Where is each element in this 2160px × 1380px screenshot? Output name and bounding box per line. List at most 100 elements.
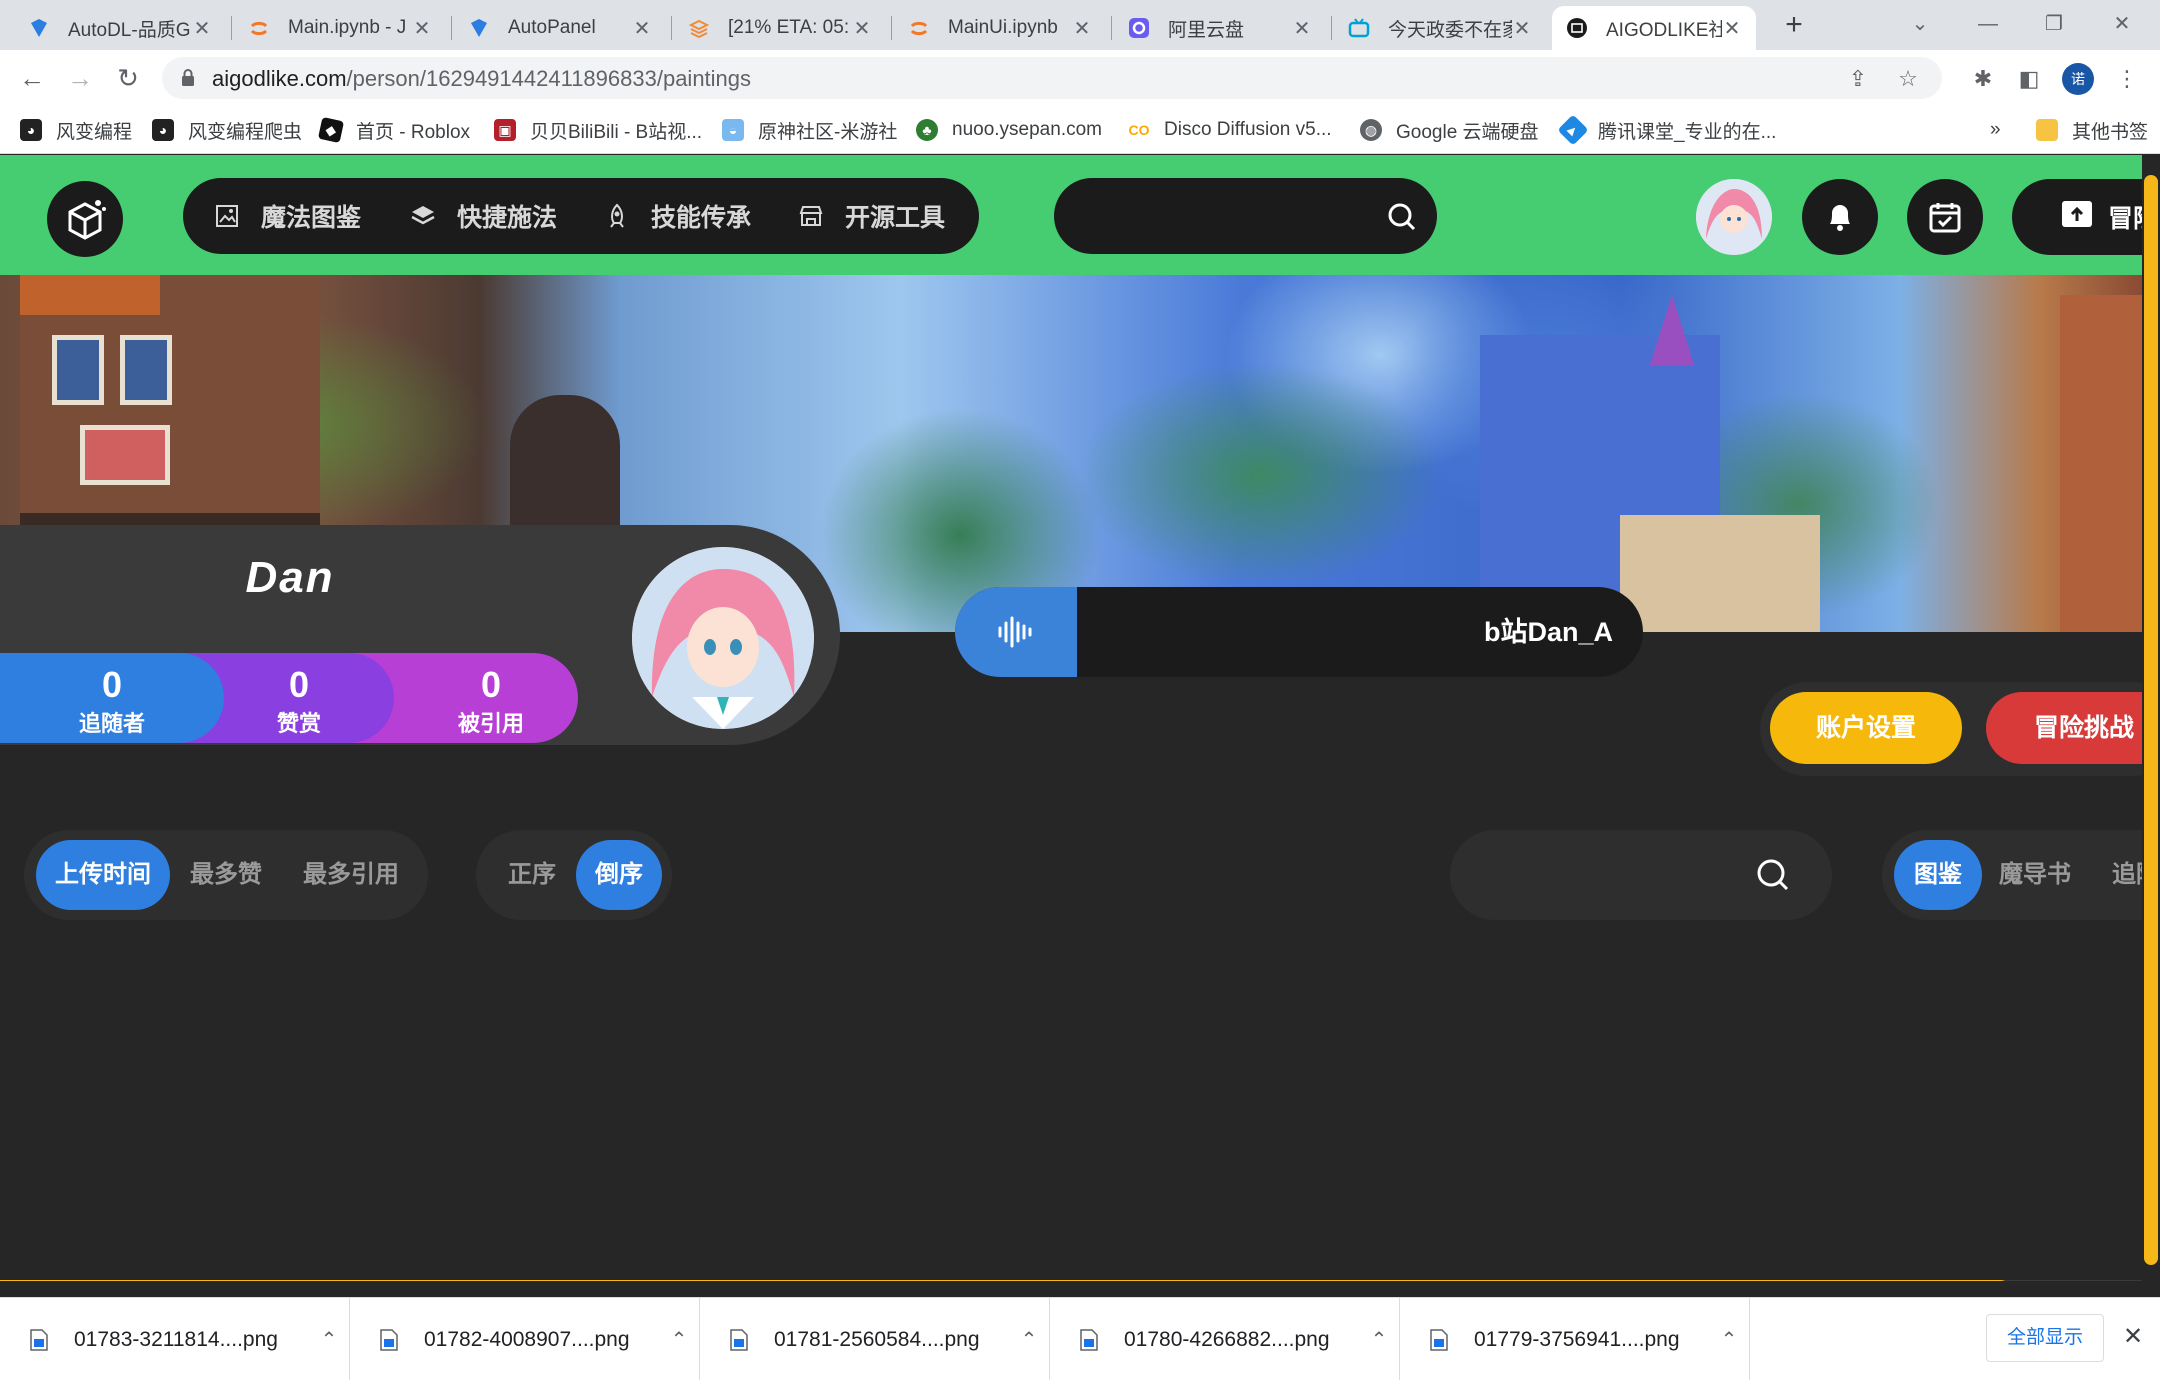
minimize-button[interactable]: — [1958, 4, 2018, 44]
tab-divider [671, 16, 672, 40]
audio-wave-icon[interactable] [955, 587, 1077, 677]
bookmark-item[interactable]: ▲ 腾讯课堂_专业的在... [1557, 114, 1777, 146]
new-tab-button[interactable]: + [1774, 6, 1814, 46]
music-player[interactable]: b站Dan_A [955, 587, 1643, 677]
forward-arrow-icon[interactable]: → [60, 58, 100, 98]
chevron-up-icon[interactable]: ⌃ [1359, 1327, 1399, 1352]
browser-tab-bilibili[interactable]: 今天政委不在家 ✕ [1334, 6, 1546, 50]
order-ascending[interactable]: 正序 [490, 840, 574, 910]
download-item[interactable]: 01783-3211814....png ⌃ [0, 1298, 350, 1380]
profile-avatar-large[interactable] [628, 543, 818, 733]
tab-close-icon[interactable]: ✕ [1722, 16, 1742, 41]
chevron-up-icon[interactable]: ⌃ [1009, 1327, 1049, 1352]
tab-close-icon[interactable]: ✕ [412, 16, 432, 41]
bookmark-item[interactable]: ◍ Google 云端硬盘 [1360, 114, 1539, 146]
order-descending[interactable]: 倒序 [576, 840, 662, 910]
nav-label: 开源工具 [845, 204, 946, 232]
browser-tab-eta[interactable]: [21% ETA: 05: ✕ [674, 6, 886, 50]
close-icon[interactable]: ✕ [2118, 1322, 2148, 1352]
browser-tab-autopanel[interactable]: AutoPanel ✕ [454, 6, 666, 50]
browser-tab-mainui-ipynb[interactable]: MainUi.ipynb ✕ [894, 6, 1106, 50]
side-panel-icon[interactable]: ◧ [2014, 64, 2044, 94]
browser-tab-main-ipynb[interactable]: Main.ipynb - J ✕ [234, 6, 446, 50]
bookmark-star-icon[interactable]: ☆ [1894, 65, 1922, 93]
restore-button[interactable]: ❐ [2024, 4, 2084, 44]
url-path: /person/1629491442411896833/paintings [346, 66, 752, 91]
browser-tab-aliyun[interactable]: 阿里云盘 ✕ [1114, 6, 1326, 50]
menu-kebab-icon[interactable]: ⋮ [2112, 64, 2142, 94]
bookmark-label: 首页 - Roblox [356, 121, 471, 143]
search-icon[interactable] [1756, 858, 1790, 897]
adventure-upload-button[interactable]: 冒险 [2012, 179, 2160, 255]
tab-divider [1111, 16, 1112, 40]
user-avatar[interactable] [1696, 179, 1772, 255]
browser-tab-aigodlike[interactable]: AIGODLIKE社区 ✕ [1552, 6, 1756, 50]
bookmark-item[interactable]: ◕ 风变编程爬虫 [152, 114, 302, 146]
chevron-up-icon[interactable]: ⌃ [309, 1327, 349, 1352]
browser-tab-autodl[interactable]: AutoDL-品质G ✕ [14, 6, 226, 50]
download-item[interactable]: 01779-3756941....png ⌃ [1400, 1298, 1750, 1380]
download-item[interactable]: 01780-4266882....png ⌃ [1050, 1298, 1400, 1380]
header-search-input[interactable] [1054, 178, 1437, 254]
show-all-downloads-button[interactable]: 全部显示 [1986, 1314, 2104, 1362]
tab-close-icon[interactable]: ✕ [1292, 16, 1312, 41]
tab-close-icon[interactable]: ✕ [1512, 16, 1532, 41]
sort-most-cited[interactable]: 最多引用 [290, 840, 412, 910]
banner-building [20, 275, 320, 525]
tab-close-icon[interactable]: ✕ [192, 16, 212, 41]
sort-most-likes[interactable]: 最多赞 [178, 840, 274, 910]
site-logo-icon[interactable] [47, 181, 123, 257]
reload-icon[interactable]: ↻ [108, 58, 148, 98]
address-bar[interactable]: aigodlike.com/person/1629491442411896833… [162, 57, 1942, 99]
stat-followers[interactable]: 0 追随者 [0, 653, 224, 743]
calendar-check-icon[interactable] [1907, 179, 1983, 255]
bookmark-item[interactable]: ◕ 风变编程 [20, 114, 132, 146]
paintings-search-input[interactable] [1450, 830, 1832, 920]
tab-title: MainUi.ipynb [948, 17, 1058, 38]
bookmark-item[interactable]: ◒ 原神社区-米游社 [722, 114, 897, 146]
bookmarks-overflow-chevron[interactable]: » [1990, 114, 2001, 146]
page-scrollbar[interactable] [2142, 155, 2160, 1281]
nav-item-skills[interactable]: 技能传承 [603, 178, 751, 254]
tab-grimoire[interactable]: 魔导书 [1990, 840, 2080, 910]
site-header: 魔法图鉴 快捷施法 技能传承 开源工具 冒险 [0, 155, 2160, 275]
notification-bell-icon[interactable] [1802, 179, 1878, 255]
nav-item-gallery[interactable]: 魔法图鉴 [213, 178, 361, 254]
page-content: 魔法图鉴 快捷施法 技能传承 开源工具 冒险 Dan 0 追随者 0 赞赏 0 … [0, 155, 2160, 1281]
nav-item-opensource[interactable]: 开源工具 [797, 178, 945, 254]
download-shelf: 01783-3211814....png ⌃ 01782-4008907....… [0, 1297, 2160, 1380]
adventure-challenge-button[interactable]: 冒险挑战 [1986, 692, 2160, 764]
share-icon[interactable]: ⇪ [1844, 65, 1872, 93]
download-item[interactable]: 01781-2560584....png ⌃ [700, 1298, 1050, 1380]
chevron-up-icon[interactable]: ⌃ [659, 1327, 699, 1352]
profile-avatar[interactable]: 诺 [2062, 63, 2094, 95]
tab-close-icon[interactable]: ✕ [632, 16, 652, 41]
tab-gallery[interactable]: 图鉴 [1894, 840, 1982, 910]
close-window-button[interactable]: ✕ [2092, 4, 2152, 44]
tab-close-icon[interactable]: ✕ [1072, 16, 1092, 41]
tab-title: 阿里云盘 [1168, 19, 1245, 41]
bookmark-label: 腾讯课堂_专业的在... [1598, 121, 1777, 143]
download-item[interactable]: 01782-4008907....png ⌃ [350, 1298, 700, 1380]
other-bookmarks-folder[interactable]: 其他书签 [2036, 114, 2148, 146]
bookmark-item[interactable]: ◆ 首页 - Roblox [317, 114, 471, 146]
search-icon[interactable] [1387, 202, 1417, 237]
bookmark-item[interactable]: ▣ 贝贝BiliBili - B站视... [494, 114, 702, 146]
nav-item-quickcast[interactable]: 快捷施法 [409, 178, 557, 254]
bookmark-item[interactable]: CO Disco Diffusion v5... [1128, 114, 1332, 146]
profile-name: Dan [245, 553, 335, 602]
sort-upload-time[interactable]: 上传时间 [36, 840, 170, 910]
tab-search-chevron-icon[interactable]: ⌄ [1890, 4, 1950, 44]
chevron-up-icon[interactable]: ⌃ [1709, 1327, 1749, 1352]
tab-close-icon[interactable]: ✕ [852, 16, 872, 41]
extensions-icon[interactable]: ✱ [1968, 64, 1998, 94]
page-scrollbar-thumb[interactable] [2144, 175, 2158, 1265]
account-settings-button[interactable]: 账户设置 [1770, 692, 1962, 764]
nav-label: 技能传承 [651, 204, 752, 232]
banner-spire [1650, 295, 1694, 365]
page-load-progress [0, 1280, 2160, 1281]
back-arrow-icon[interactable]: ← [12, 58, 52, 98]
bookmark-item[interactable]: ♣ nuoo.ysepan.com [916, 114, 1102, 146]
bookmarks-bar: ◕ 风变编程 ◕ 风变编程爬虫 ◆ 首页 - Roblox ▣ 贝贝BiliBili -… [0, 106, 2160, 154]
browser-tab-strip: AutoDL-品质G ✕ Main.ipynb - J ✕ AutoPanel … [0, 0, 2160, 50]
